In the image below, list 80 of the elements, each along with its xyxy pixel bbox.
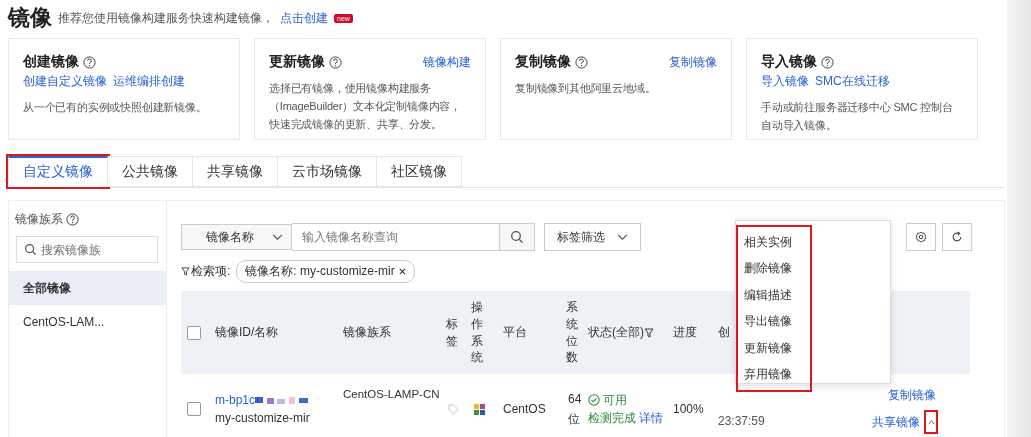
- column-header: 系统位数: [566, 298, 578, 367]
- menu-item[interactable]: 更新镜像: [744, 335, 810, 362]
- help-icon[interactable]: [575, 55, 588, 69]
- os-logo-icon: [473, 402, 486, 416]
- refresh-icon: [951, 231, 963, 243]
- card-description: 从一个已有的实例或快照创建新镜像。: [23, 100, 208, 115]
- menu-item[interactable]: 编辑描述: [744, 282, 810, 309]
- settings-icon: [915, 231, 927, 243]
- card-title: 更新镜像: [269, 53, 325, 71]
- filter-icon: [181, 267, 190, 276]
- settings-button[interactable]: [906, 223, 936, 251]
- family-search-field[interactable]: 搜索镜像族: [16, 236, 158, 263]
- sidebar-item[interactable]: CentOS-LAM...: [9, 305, 166, 339]
- card-title: 创建镜像: [23, 53, 79, 71]
- column-header: 镜像ID/名称: [215, 324, 279, 341]
- chevron-down-icon: [272, 233, 283, 241]
- created-time: 23:37:59: [718, 413, 765, 430]
- image-id-link[interactable]: m-bp1c: [215, 393, 255, 407]
- select-all-checkbox[interactable]: [187, 325, 201, 340]
- sidebar-title: 镜像族系: [15, 211, 63, 228]
- filter-label: 检索项:: [191, 263, 231, 280]
- copy-image-link[interactable]: 复制镜像: [888, 386, 936, 404]
- field-select[interactable]: 镜像名称: [181, 224, 292, 250]
- menu-item[interactable]: 弃用镜像: [744, 361, 810, 388]
- page-title: 镜像: [8, 4, 52, 32]
- close-icon[interactable]: [398, 268, 406, 275]
- search-button[interactable]: [500, 223, 535, 251]
- tab[interactable]: 社区镜像: [377, 156, 462, 187]
- page-subtitle: 推荐您使用镜像构建服务快速构建镜像，: [58, 9, 274, 27]
- card-description: 手动或前往服务器迁移中心 SMC 控制台自动导入镜像。: [761, 100, 954, 133]
- more-actions-icon[interactable]: [926, 412, 936, 432]
- menu-item[interactable]: 删除镜像: [744, 255, 810, 282]
- search-icon: [510, 230, 524, 244]
- column-header: 标签: [446, 315, 458, 350]
- card-description: 复制镜像到其他阿里云地域。: [515, 81, 657, 96]
- card-link[interactable]: 创建自定义镜像: [23, 73, 107, 90]
- column-header: 进度: [673, 324, 697, 341]
- share-image-link[interactable]: 共享镜像: [872, 413, 920, 431]
- chevron-down-icon: [617, 233, 628, 241]
- check-status: 检测完成: [588, 411, 636, 425]
- platform-cell: CentOS: [503, 402, 546, 416]
- column-header: 状态(全部): [588, 324, 644, 341]
- help-icon[interactable]: [821, 55, 834, 69]
- column-header: 镜像族系: [343, 324, 391, 341]
- filter-chip[interactable]: 镜像名称: my-customize-mir: [236, 260, 415, 283]
- sidebar-item[interactable]: 全部镜像: [9, 271, 166, 305]
- check-circle-icon: [588, 394, 600, 406]
- family-cell: CentOS-LAMP-CN: [343, 388, 440, 400]
- refresh-button[interactable]: [942, 223, 972, 251]
- bits-cell-text: 64位: [568, 391, 582, 428]
- card-title: 复制镜像: [515, 53, 571, 71]
- help-icon[interactable]: [83, 55, 96, 69]
- menu-item[interactable]: 导出镜像: [744, 308, 810, 335]
- column-header: 操作系统: [471, 298, 483, 367]
- detail-link[interactable]: 详情: [639, 411, 664, 425]
- name-search-field[interactable]: 输入镜像名称查询: [292, 223, 500, 251]
- create-link[interactable]: 点击创建: [280, 9, 328, 27]
- menu-item[interactable]: 相关实例: [744, 229, 810, 256]
- card-description: 选择已有镜像，使用镜像构建服务（ImageBuilder）文本化定制镜像内容，快速完成镜像的更新、共享、分发。: [269, 81, 462, 132]
- image-name: my-customize-mir: [215, 410, 311, 427]
- card-link[interactable]: 镜像构建: [423, 53, 471, 71]
- row-checkbox[interactable]: [187, 402, 201, 416]
- help-icon[interactable]: [66, 213, 79, 226]
- help-icon[interactable]: [329, 55, 342, 69]
- card-link[interactable]: 运维编排创建: [113, 73, 185, 90]
- card-link[interactable]: 导入镜像: [761, 73, 809, 90]
- status-text: 可用: [603, 392, 627, 409]
- tag-filter-dropdown[interactable]: 标签筛选: [544, 223, 641, 251]
- tab[interactable]: 共享镜像: [193, 156, 278, 187]
- column-header: 平台: [503, 324, 527, 341]
- search-icon: [24, 243, 37, 256]
- tab[interactable]: 自定义镜像: [8, 156, 108, 187]
- card-title: 导入镜像: [761, 53, 817, 71]
- card-link[interactable]: SMC在线迁移: [815, 73, 890, 90]
- tab[interactable]: 云市场镜像: [278, 156, 377, 187]
- progress-cell: 100%: [673, 402, 704, 416]
- column-header: 创: [718, 324, 730, 341]
- tab[interactable]: 公共镜像: [108, 156, 193, 187]
- card-link[interactable]: 复制镜像: [669, 53, 717, 71]
- filter-icon[interactable]: [644, 327, 654, 338]
